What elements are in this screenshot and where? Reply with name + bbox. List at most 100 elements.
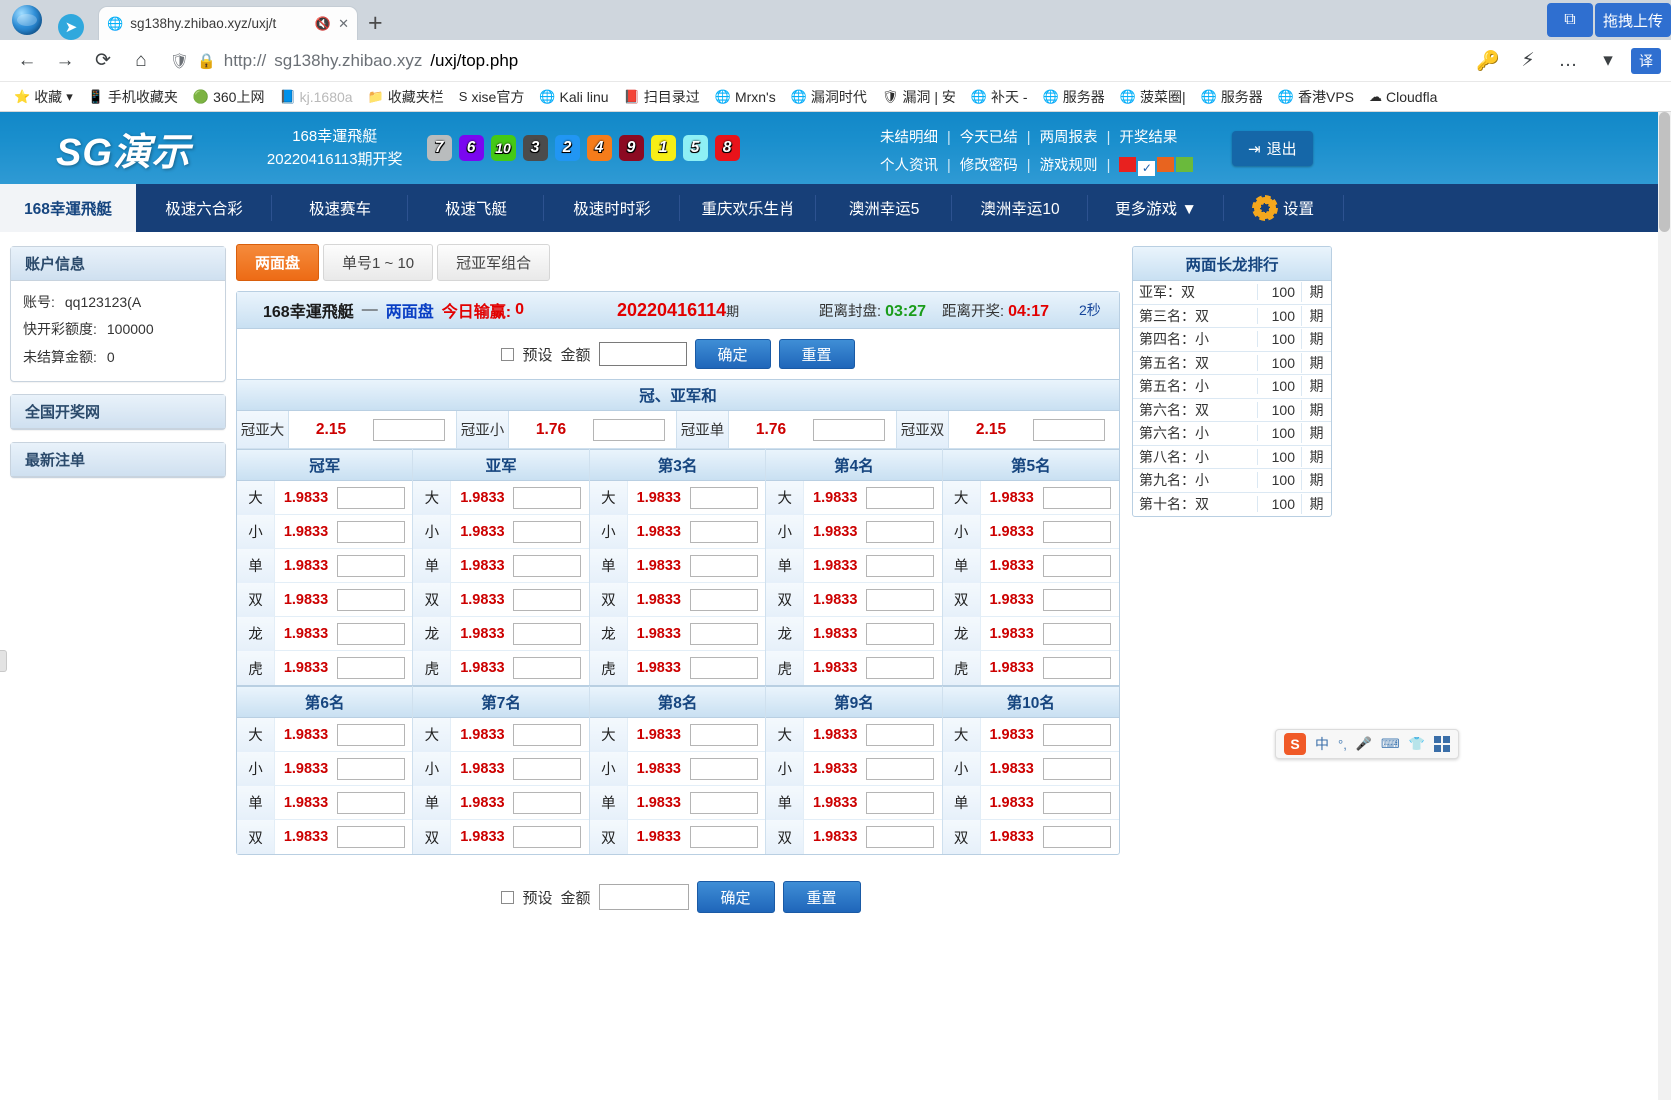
forward-button[interactable]: → [48,44,82,78]
bet-option-label[interactable]: 单 [589,548,628,583]
theme-swatch-orange[interactable] [1157,157,1175,173]
bet-amount-input[interactable] [866,588,935,611]
bet-option-label[interactable]: 双 [589,582,628,617]
nav-item-lucky5[interactable]: 澳洲幸运5 [816,184,952,232]
bet-option-label[interactable]: 单 [766,785,805,820]
bet-amount-input[interactable] [513,588,582,611]
theme-swatch-white[interactable]: ✓ [1138,161,1156,177]
bet-option-label[interactable]: 大 [766,480,805,515]
bet-option-label[interactable]: 单 [413,785,452,820]
close-icon[interactable]: ✕ [338,16,349,32]
confirm-button-bottom[interactable]: 确定 [696,881,775,913]
bet-amount-input[interactable] [1042,554,1111,577]
confirm-button-top[interactable]: 确定 [694,339,771,369]
bet-amount-input[interactable] [689,723,758,746]
ime-mode-label[interactable]: 中 [1315,734,1329,754]
key-icon[interactable]: 🔑 [1471,44,1505,78]
bet-option-label[interactable]: 小 [413,751,452,786]
bookmark-item[interactable]: Sxise官方 [453,85,531,109]
bet-amount-input[interactable] [513,657,582,679]
reset-button-bottom[interactable]: 重置 [782,881,861,913]
bet-amount-input[interactable] [513,622,582,645]
bookmark-item[interactable]: 🌐 服务器 [1037,85,1111,109]
bet-option-label[interactable]: 双 [237,582,275,617]
bet-amount-input[interactable] [866,486,935,509]
bet-amount-input[interactable] [513,757,582,780]
link-game-rules[interactable]: 游戏规则 [1040,158,1098,174]
bet-option-label[interactable]: 单 [942,548,981,583]
bet-amount-input[interactable] [337,791,405,814]
bet-amount-input[interactable] [337,588,405,611]
nav-item-lucky10[interactable]: 澳洲幸运10 [952,184,1088,232]
bet-amount-input[interactable] [866,554,935,577]
bet-amount-input[interactable] [1042,657,1111,679]
bet-amount-input[interactable] [1042,588,1111,611]
link-today-settled[interactable]: 今天已结 [960,130,1018,146]
bet-option-label[interactable]: 单 [589,785,628,820]
bet-amount-input[interactable] [337,520,405,543]
bet-amount-input[interactable] [689,757,758,780]
sum-label-da[interactable]: 冠亚大 [237,411,289,448]
logout-button[interactable]: ⇥ 退出 [1232,131,1313,166]
sum-input-da[interactable] [373,418,445,441]
bookmark-item[interactable]: 🌐 Mrxn's [709,85,782,109]
preset-amount-input[interactable] [598,342,687,366]
bet-option-label[interactable]: 小 [413,514,452,549]
bet-amount-input[interactable] [689,657,758,679]
bet-amount-input[interactable] [866,657,935,679]
page-scrollbar[interactable] [1658,112,1671,1100]
bet-option-label[interactable]: 虎 [942,651,981,685]
bet-amount-input[interactable] [1042,486,1111,509]
bet-amount-input[interactable] [513,486,582,509]
sum-label-dan[interactable]: 冠亚单 [677,411,729,448]
bet-option-label[interactable]: 龙 [237,616,275,651]
bet-option-label[interactable]: 大 [942,480,981,515]
bet-amount-input[interactable] [513,723,582,746]
bet-option-label[interactable]: 龙 [589,616,628,651]
address-bar[interactable]: 🛡 🔒 http:// sg138hy.zhibao.xyz/uxj/top.ph… [170,46,1459,76]
bookmark-item[interactable]: 📘 kj.1680a [273,85,358,109]
bookmark-item[interactable]: 📕 扫目录过 [618,85,706,109]
bookmark-item[interactable]: 🌐 补天 - [965,85,1034,109]
bet-amount-input[interactable] [1042,757,1111,780]
bet-option-label[interactable]: 大 [589,480,628,515]
bet-option-label[interactable]: 单 [766,548,805,583]
bet-amount-input[interactable] [337,757,405,780]
nav-item-settings[interactable]: 设置 [1224,184,1344,232]
bet-option-label[interactable]: 双 [413,582,452,617]
bet-amount-input[interactable] [689,554,758,577]
bet-option-label[interactable]: 虎 [589,651,628,685]
microphone-icon[interactable]: 🎤 [1356,736,1372,752]
bet-amount-input[interactable] [1042,520,1111,543]
bet-option-label[interactable]: 单 [237,548,275,583]
bet-amount-input[interactable] [1042,723,1111,746]
bet-amount-input[interactable] [689,520,758,543]
link-draw-results[interactable]: 开奖结果 [1119,130,1177,146]
bet-amount-input[interactable] [337,486,405,509]
bet-amount-input[interactable] [1042,826,1111,848]
apps-icon[interactable] [1433,736,1450,752]
sum-input-xiao[interactable] [593,418,665,441]
bookmark-item[interactable]: 🌐 菠菜圈| [1114,85,1192,109]
bookmark-item[interactable]: 🛡 漏洞 | 安 [876,85,962,109]
bookmark-item[interactable]: 🌐 Kali linu [533,85,614,109]
bet-option-label[interactable]: 双 [413,820,452,854]
tab-single-1-10[interactable]: 单号1 ~ 10 [323,244,434,281]
bet-option-label[interactable]: 双 [589,820,628,854]
drag-upload-button[interactable]: 拖拽上传 [1594,3,1671,37]
bet-option-label[interactable]: 单 [942,785,981,820]
theme-swatch-red[interactable] [1119,157,1137,173]
bet-option-label[interactable]: 小 [766,751,805,786]
bet-amount-input[interactable] [1042,622,1111,645]
bet-amount-input[interactable] [689,588,758,611]
nav-item-shengxiao[interactable]: 重庆欢乐生肖 [680,184,816,232]
translate-button[interactable]: 译 [1631,47,1661,74]
bet-option-label[interactable]: 大 [237,717,275,752]
sidebar-link-latest-bets[interactable]: 最新注单 [10,441,226,478]
sogou-logo-icon[interactable]: S [1284,733,1306,755]
bet-amount-input[interactable] [337,723,405,746]
bet-option-label[interactable]: 双 [942,582,981,617]
telegram-icon[interactable]: ➤ [58,14,84,40]
bookmark-item[interactable]: 🌐 漏洞时代 [785,85,873,109]
bet-amount-input[interactable] [866,723,935,746]
